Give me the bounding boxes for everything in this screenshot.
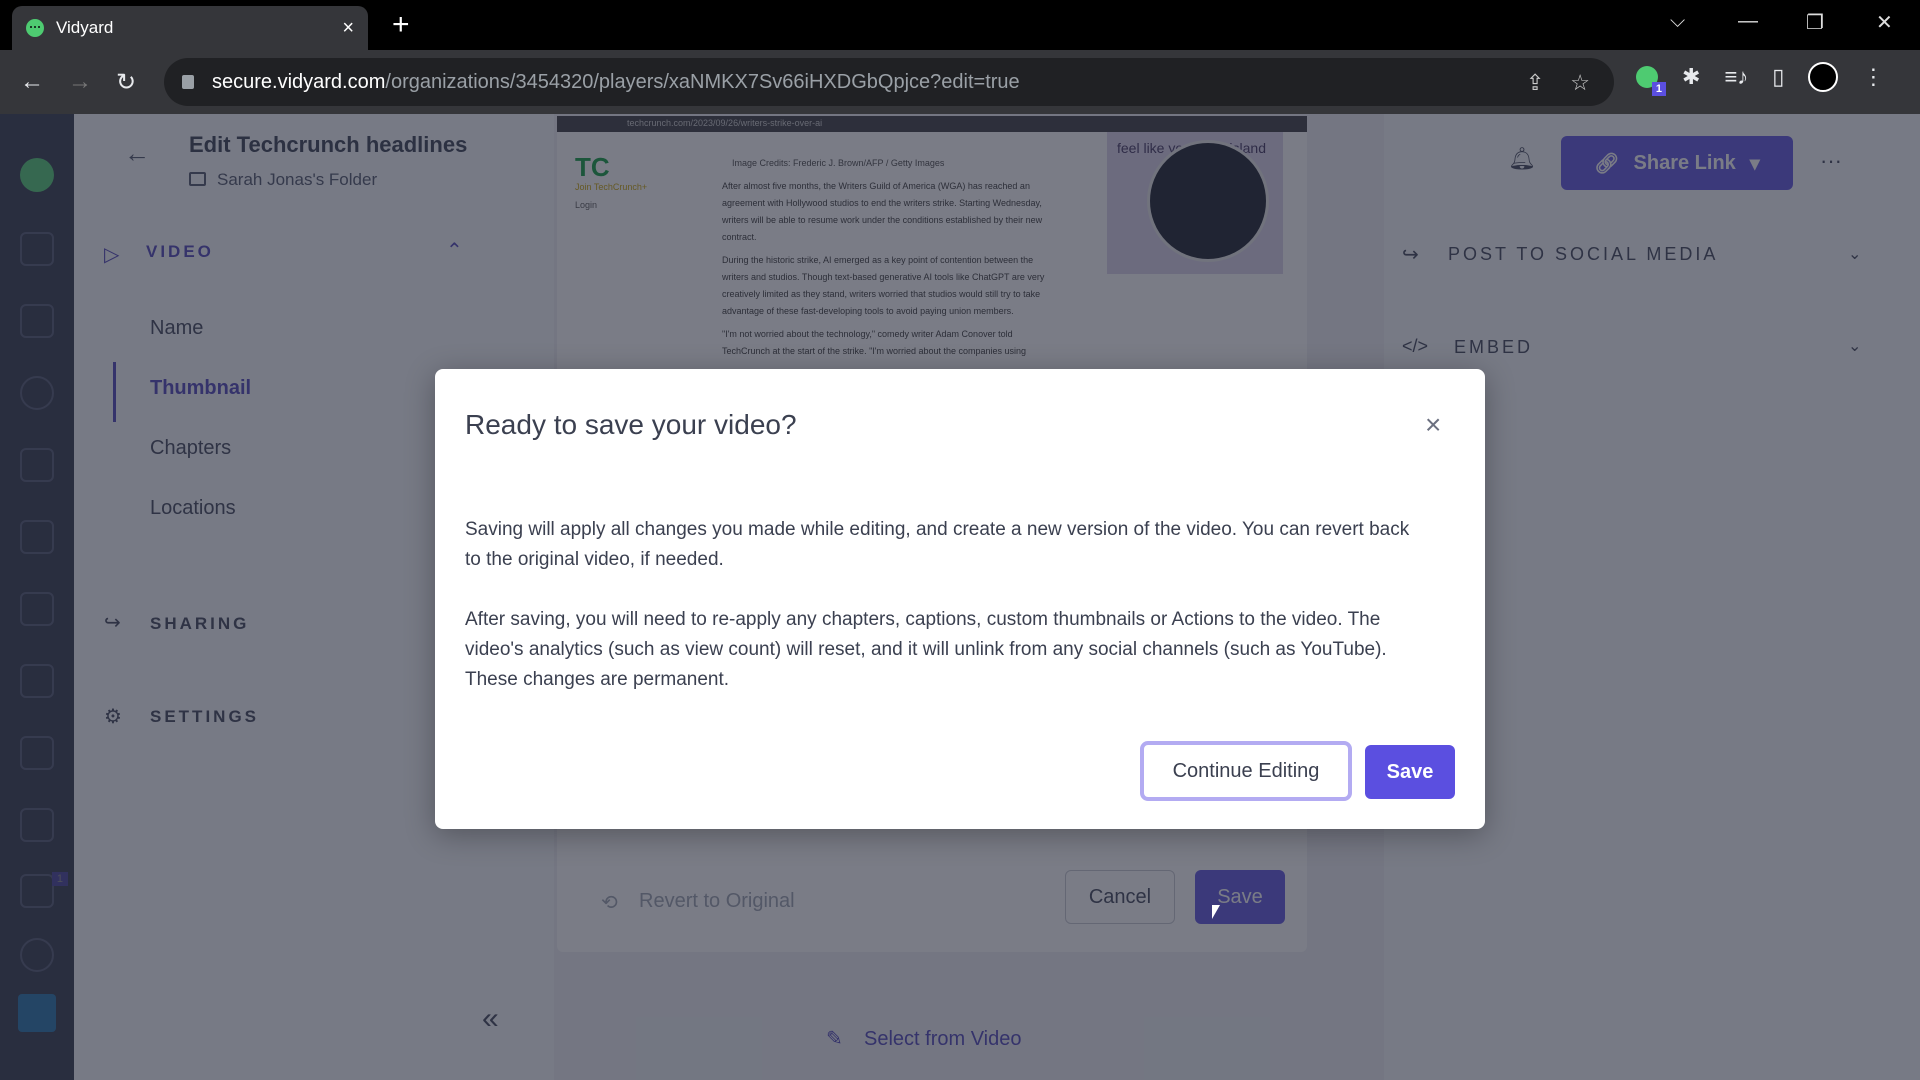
forward-button[interactable]: → bbox=[68, 68, 92, 96]
minimize-button[interactable]: — bbox=[1738, 10, 1758, 33]
new-tab-button[interactable]: + bbox=[392, 8, 410, 42]
vidyard-favicon-icon bbox=[26, 19, 44, 37]
browser-tab[interactable]: Vidyard × bbox=[12, 6, 368, 50]
profile-avatar-icon[interactable] bbox=[1808, 62, 1839, 92]
browser-tab-strip: Vidyard × + ⌵ — ❐ ✕ bbox=[0, 0, 1920, 50]
side-panel-icon[interactable]: ▯ bbox=[1772, 64, 1784, 90]
url-host: secure.vidyard.com bbox=[212, 70, 386, 93]
lock-icon bbox=[182, 75, 194, 89]
vidyard-extension-icon[interactable]: 1 bbox=[1636, 66, 1666, 96]
dialog-save-button[interactable]: Save bbox=[1365, 745, 1455, 799]
dialog-close-icon[interactable]: × bbox=[1425, 409, 1441, 441]
reload-button[interactable]: ↻ bbox=[116, 68, 136, 97]
share-page-icon[interactable]: ⇪ bbox=[1526, 70, 1544, 96]
tab-search-icon[interactable]: ⌵ bbox=[1670, 10, 1685, 33]
dialog-paragraph-2: After saving, you will need to re-apply … bbox=[465, 609, 1387, 690]
url-text[interactable]: secure.vidyard.com/organizations/3454320… bbox=[212, 71, 1020, 94]
dialog-paragraph-1: Saving will apply all changes you made w… bbox=[465, 519, 1410, 570]
extension-badge: 1 bbox=[1651, 82, 1666, 96]
address-bar[interactable]: secure.vidyard.com/organizations/3454320… bbox=[164, 58, 1614, 106]
extensions-puzzle-icon[interactable]: ✱ bbox=[1682, 64, 1700, 90]
dialog-title: Ready to save your video? bbox=[465, 409, 797, 440]
url-path: /organizations/3454320/players/xaNMKX7Sv… bbox=[385, 70, 1020, 93]
tab-close-icon[interactable]: × bbox=[342, 17, 354, 40]
restore-button[interactable]: ❐ bbox=[1806, 10, 1824, 35]
window-close-button[interactable]: ✕ bbox=[1876, 10, 1893, 35]
tab-title: Vidyard bbox=[56, 18, 114, 37]
continue-editing-button[interactable]: Continue Editing bbox=[1140, 741, 1352, 801]
media-control-icon[interactable]: ≡♪ bbox=[1724, 64, 1748, 90]
bookmark-star-icon[interactable]: ☆ bbox=[1570, 70, 1590, 96]
browser-menu-icon[interactable]: ⋮ bbox=[1862, 64, 1884, 90]
save-confirmation-dialog: Ready to save your video? × Saving will … bbox=[435, 369, 1485, 829]
browser-toolbar: ← → ↻ secure.vidyard.com/organizations/3… bbox=[0, 50, 1920, 114]
back-button[interactable]: ← bbox=[20, 68, 44, 96]
mouse-cursor bbox=[1212, 905, 1220, 919]
